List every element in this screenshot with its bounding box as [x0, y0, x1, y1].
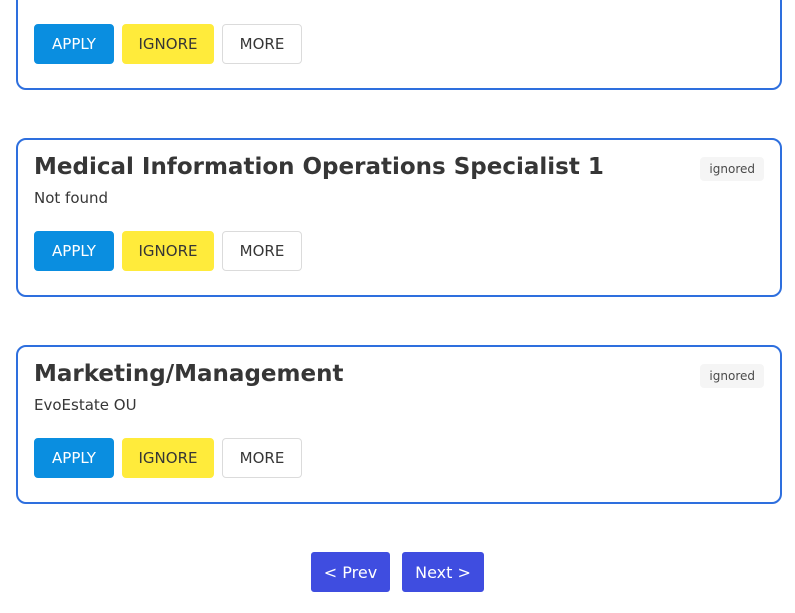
job-title: Marketing/Management [34, 361, 344, 387]
more-button[interactable]: MORE [222, 231, 302, 271]
apply-button[interactable]: APPLY [34, 24, 114, 64]
ignore-button[interactable]: IGNORE [122, 24, 214, 64]
job-card: APPLY IGNORE MORE [16, 0, 782, 90]
ignore-button[interactable]: IGNORE [122, 231, 214, 271]
job-actions: APPLY IGNORE MORE [34, 438, 302, 478]
job-company: Not found [34, 189, 109, 207]
job-company: EvoEstate OU [34, 396, 137, 414]
job-list-page: APPLY IGNORE MORE Medical Information Op… [0, 0, 795, 613]
more-button[interactable]: MORE [222, 438, 302, 478]
job-card: Medical Information Operations Specialis… [16, 138, 782, 297]
apply-button[interactable]: APPLY [34, 231, 114, 271]
job-actions: APPLY IGNORE MORE [34, 231, 302, 271]
pagination: < Prev Next > [0, 552, 795, 592]
status-badge: ignored [700, 157, 764, 181]
ignore-button[interactable]: IGNORE [122, 438, 214, 478]
job-actions: APPLY IGNORE MORE [34, 24, 302, 64]
next-page-button[interactable]: Next > [402, 552, 484, 592]
status-badge: ignored [700, 364, 764, 388]
prev-page-button[interactable]: < Prev [311, 552, 390, 592]
more-button[interactable]: MORE [222, 24, 302, 64]
job-title: Medical Information Operations Specialis… [34, 154, 604, 180]
apply-button[interactable]: APPLY [34, 438, 114, 478]
job-card: Marketing/Management EvoEstate OU ignore… [16, 345, 782, 504]
